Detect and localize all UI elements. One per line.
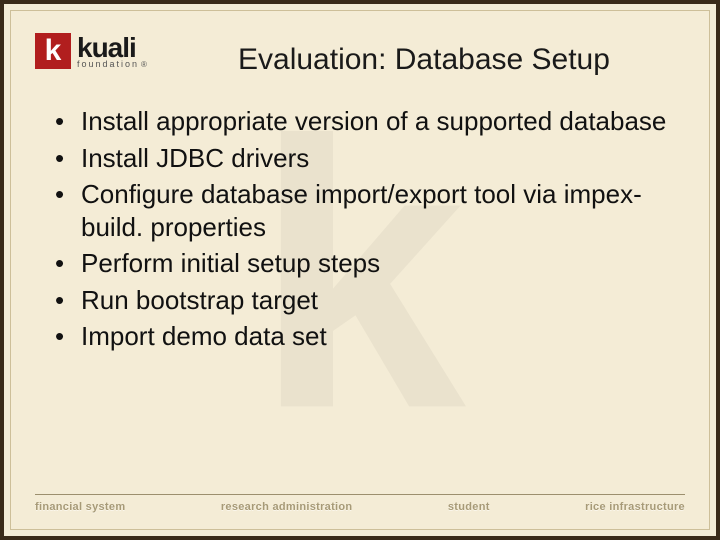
logo-mark-icon xyxy=(35,33,71,69)
list-item: Import demo data set xyxy=(55,320,685,353)
logo: kuali foundation xyxy=(35,33,149,69)
list-item: Install JDBC drivers xyxy=(55,142,685,175)
header: kuali foundation Evaluation: Database Se… xyxy=(35,29,685,77)
footer-item: student xyxy=(448,501,490,513)
footer-item: research administration xyxy=(221,501,353,513)
footer: financial system research administration… xyxy=(35,494,685,513)
list-item: Configure database import/export tool vi… xyxy=(55,178,685,243)
logo-sub: foundation xyxy=(77,60,149,69)
list-item: Run bootstrap target xyxy=(55,284,685,317)
bullet-list: Install appropriate version of a support… xyxy=(35,105,685,353)
page-title: Evaluation: Database Setup xyxy=(163,29,685,77)
footer-item: rice infrastructure xyxy=(585,501,685,513)
list-item: Perform initial setup steps xyxy=(55,247,685,280)
footer-item: financial system xyxy=(35,501,125,513)
logo-brand: kuali xyxy=(77,34,149,62)
list-item: Install appropriate version of a support… xyxy=(55,105,685,138)
